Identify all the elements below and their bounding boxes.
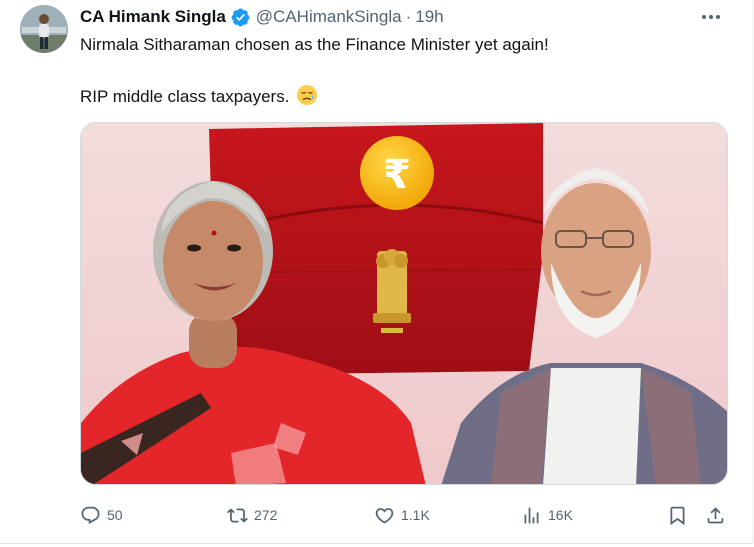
reply-count: 50 (107, 507, 123, 523)
avatar[interactable] (20, 5, 68, 53)
tweet[interactable]: CA Himank Singla @CAHimankSingla · 19h N… (0, 0, 753, 544)
retweet-icon (227, 507, 248, 523)
rupee-symbol: ₹ (383, 152, 411, 198)
tweet-header: CA Himank Singla @CAHimankSingla · 19h (80, 6, 732, 28)
tweet-text-line1: Nirmala Sitharaman chosen as the Finance… (80, 35, 549, 54)
verified-icon[interactable] (230, 7, 251, 28)
tweet-actions: 50 272 1.1K 16K (80, 500, 730, 530)
tweet-text-line2-text: RIP middle class taxpayers. (80, 87, 290, 106)
tweet-text-line2: RIP middle class taxpayers. 😥 (80, 84, 318, 108)
reply-icon (81, 506, 100, 524)
retweet-count: 272 (254, 507, 278, 523)
author-name[interactable]: CA Himank Singla (80, 6, 226, 28)
more-icon[interactable] (694, 6, 728, 28)
tweet-time[interactable]: 19h (415, 6, 443, 28)
like-button[interactable]: 1.1K (374, 500, 430, 530)
reply-button[interactable]: 50 (80, 500, 123, 530)
views-count: 16K (548, 507, 573, 523)
bookmark-button[interactable] (667, 500, 688, 530)
like-icon (375, 507, 394, 524)
views-icon (524, 507, 539, 523)
author-handle[interactable]: @CAHimankSingla (256, 6, 402, 28)
like-count: 1.1K (401, 507, 430, 523)
retweet-button[interactable]: 272 (227, 500, 277, 530)
share-button[interactable] (705, 500, 726, 530)
tweet-image[interactable]: ₹ (80, 122, 728, 485)
bookmark-icon (670, 506, 685, 525)
sad-face-emoji-icon: 😥 (296, 84, 318, 106)
views-button[interactable]: 16K (521, 500, 573, 530)
share-icon (707, 506, 724, 523)
separator-dot: · (405, 7, 412, 26)
national-emblem-icon (373, 249, 411, 333)
